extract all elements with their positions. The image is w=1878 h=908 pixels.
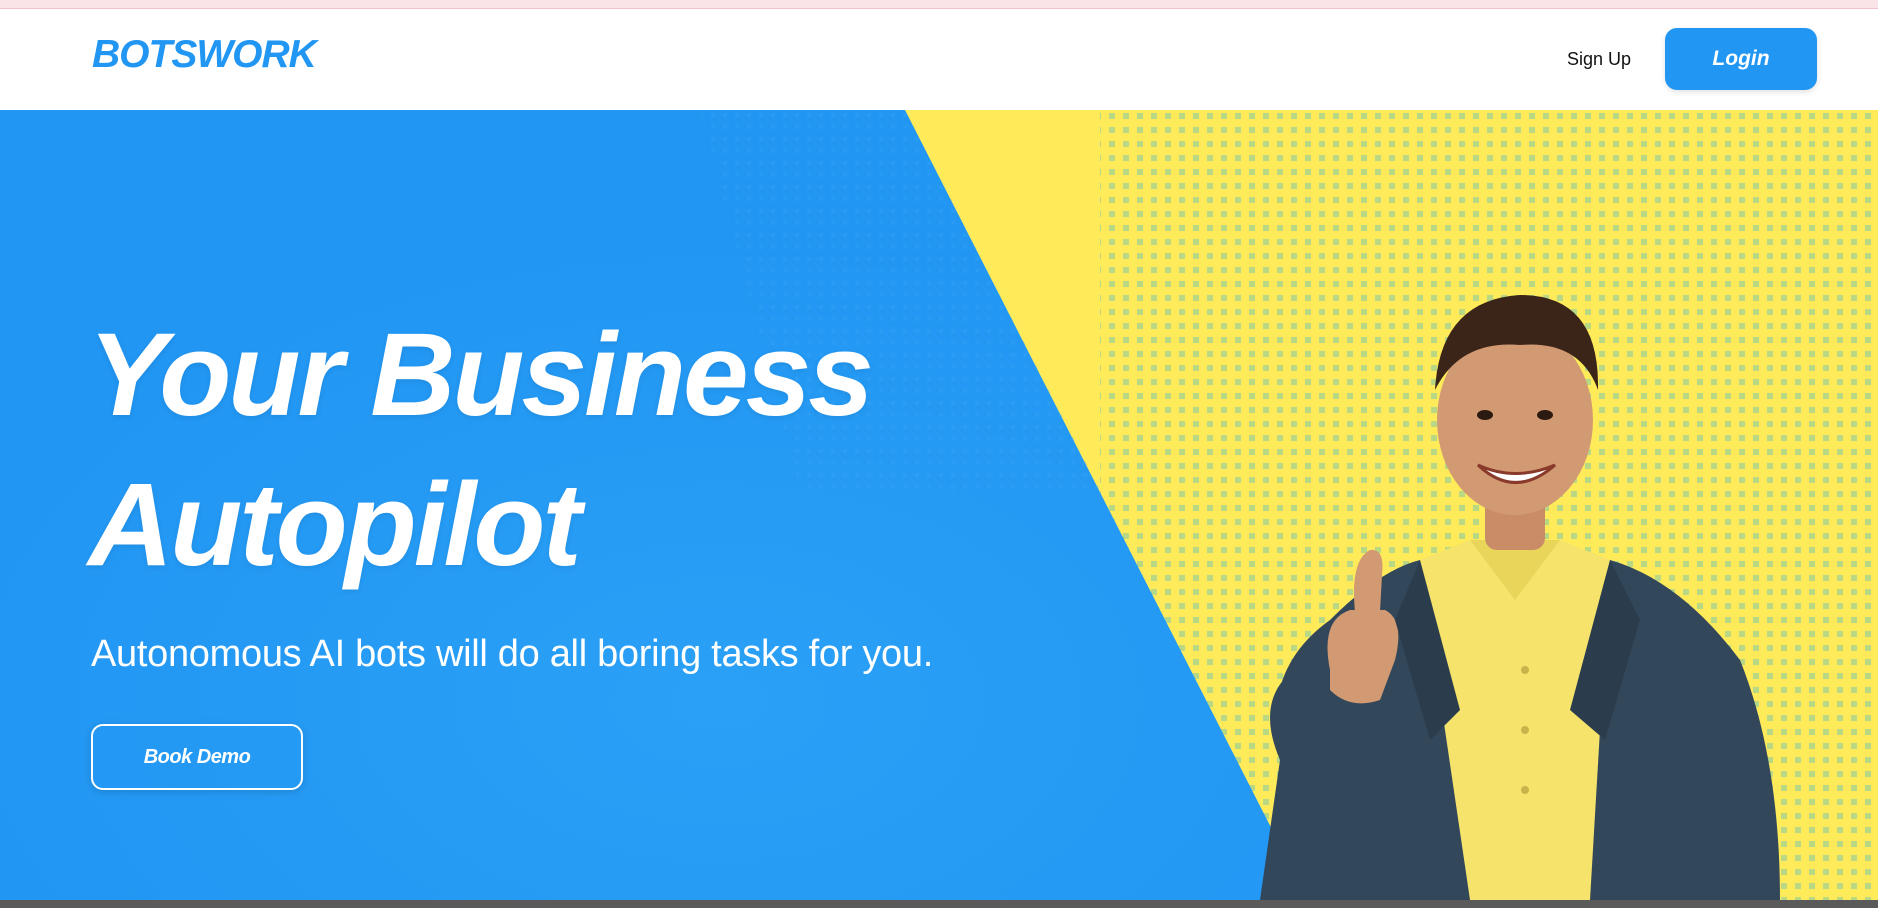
login-button[interactable]: Login: [1665, 28, 1817, 90]
hero-subheadline: Autonomous AI bots will do all boring ta…: [91, 633, 933, 675]
book-demo-button[interactable]: Book Demo: [91, 724, 303, 790]
browser-top-strip: [0, 0, 1878, 9]
brand-logo[interactable]: BOTSWORK: [92, 33, 317, 77]
hero-section: Your Business Autopilot Autonomous AI bo…: [0, 110, 1878, 900]
navbar: BOTSWORK Sign Up Login: [0, 9, 1878, 110]
hero-headline-line2: Autopilot: [88, 459, 582, 591]
signup-link[interactable]: Sign Up: [1567, 49, 1631, 70]
hero-headline-line1: Your Business: [88, 309, 874, 441]
smiling-man-thumbs-up-icon: [1260, 295, 1780, 900]
bottom-scrollbar-strip: [0, 900, 1878, 908]
hero-headline: Your Business Autopilot: [88, 300, 874, 600]
